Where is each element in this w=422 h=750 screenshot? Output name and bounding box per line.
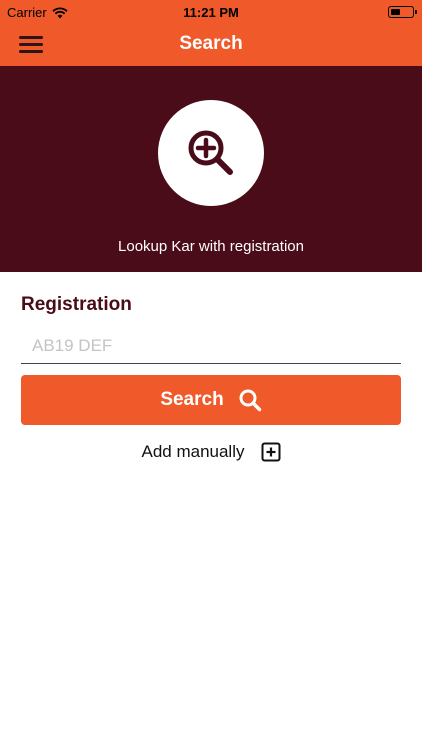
add-manually-button[interactable]: Add manually (0, 442, 422, 462)
search-icon (239, 389, 261, 412)
hero-banner: Lookup Kar with registration (0, 66, 422, 272)
top-bar: Carrier 11:21 PM Search (0, 0, 422, 66)
plus-square-icon (261, 442, 280, 462)
battery-icon (388, 6, 417, 18)
status-bar: Carrier 11:21 PM (0, 0, 422, 22)
registration-input[interactable] (21, 328, 401, 364)
navigation-bar: Search (0, 22, 422, 66)
add-manually-label: Add manually (141, 442, 245, 461)
search-button-label: Search (160, 389, 224, 410)
page-title: Search (179, 33, 243, 54)
status-time: 11:21 PM (183, 5, 239, 20)
hero-caption: Lookup Kar with registration (118, 238, 304, 255)
hero-icon-circle (158, 100, 264, 206)
search-button[interactable]: Search (21, 375, 401, 425)
zoom-in-icon (188, 130, 233, 175)
registration-label: Registration (21, 294, 132, 315)
